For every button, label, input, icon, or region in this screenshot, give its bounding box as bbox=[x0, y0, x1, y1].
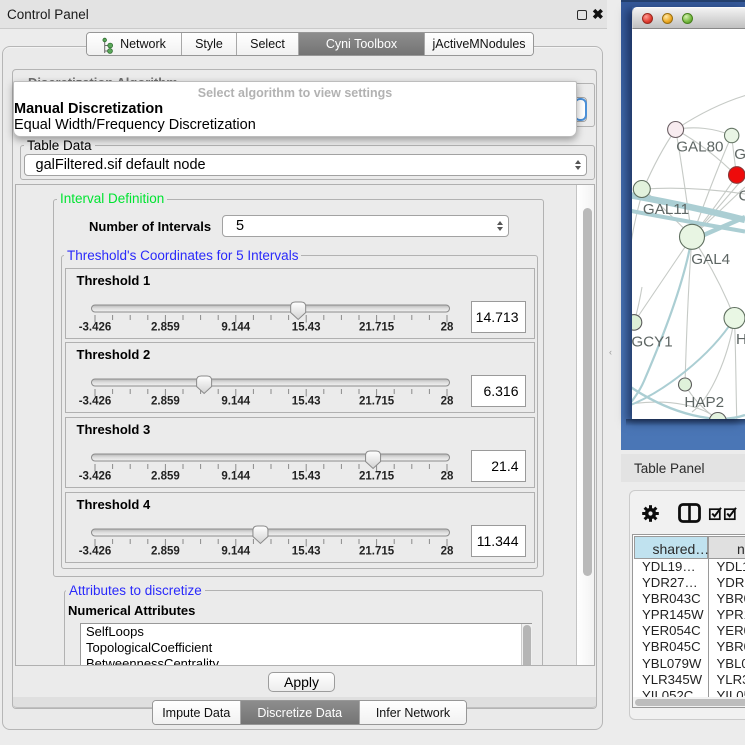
svg-text:GA: GA bbox=[734, 146, 745, 163]
svg-text:H: H bbox=[736, 331, 745, 348]
svg-text:-3.426: -3.426 bbox=[78, 545, 111, 557]
svg-text:28: 28 bbox=[440, 321, 453, 333]
svg-text:HAP2: HAP2 bbox=[684, 394, 724, 411]
svg-text:9.144: 9.144 bbox=[221, 545, 250, 557]
svg-text:GCY1: GCY1 bbox=[632, 334, 673, 351]
svg-text:GAL80: GAL80 bbox=[676, 139, 723, 156]
svg-text:2.859: 2.859 bbox=[151, 396, 180, 408]
svg-text:2.859: 2.859 bbox=[151, 470, 180, 482]
svg-text:28: 28 bbox=[440, 396, 453, 408]
svg-text:15.43: 15.43 bbox=[291, 321, 320, 333]
svg-text:15.43: 15.43 bbox=[291, 545, 320, 557]
svg-text:GAL4: GAL4 bbox=[691, 251, 730, 268]
svg-text:-3.426: -3.426 bbox=[78, 396, 111, 408]
svg-text:15.43: 15.43 bbox=[291, 470, 320, 482]
svg-text:2.859: 2.859 bbox=[151, 545, 180, 557]
svg-text:21.715: 21.715 bbox=[359, 470, 395, 482]
svg-text:2.859: 2.859 bbox=[151, 321, 180, 333]
svg-text:21.715: 21.715 bbox=[359, 396, 395, 408]
svg-text:9.144: 9.144 bbox=[221, 396, 250, 408]
svg-text:21.715: 21.715 bbox=[359, 545, 395, 557]
svg-text:-3.426: -3.426 bbox=[78, 321, 111, 333]
svg-text:21.715: 21.715 bbox=[359, 321, 395, 333]
svg-text:28: 28 bbox=[440, 470, 453, 482]
svg-text:9.144: 9.144 bbox=[221, 321, 250, 333]
svg-text:9.144: 9.144 bbox=[221, 470, 250, 482]
svg-text:-3.426: -3.426 bbox=[78, 470, 111, 482]
svg-text:GAL11: GAL11 bbox=[643, 201, 689, 218]
svg-text:15.43: 15.43 bbox=[291, 396, 320, 408]
svg-text:28: 28 bbox=[440, 545, 453, 557]
svg-text:C: C bbox=[739, 188, 745, 205]
